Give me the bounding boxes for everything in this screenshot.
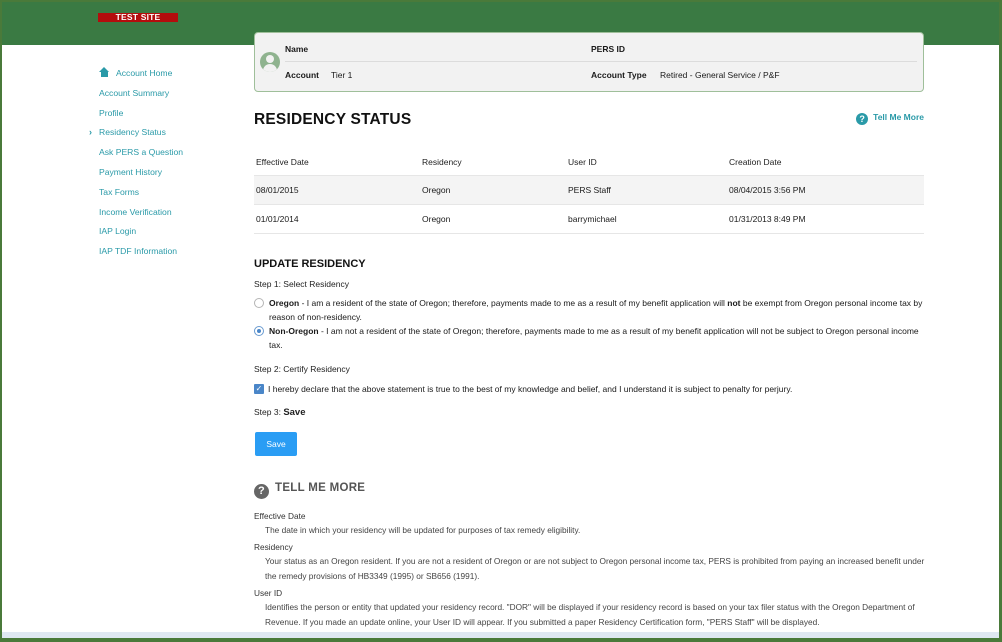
option-emphasis: not (727, 298, 741, 308)
account-label: Account (285, 70, 319, 80)
bottom-scroll-edge (2, 632, 999, 638)
option-label-non-oregon: Non-Oregon (269, 326, 319, 336)
account-card-row-2: Account Tier 1 Account Type Retired - Ge… (285, 63, 917, 88)
account-card-row-1: Name PERS ID (285, 37, 917, 62)
column-header-creation-date: Creation Date (727, 149, 924, 176)
cell-effective-date: 01/01/2014 (254, 204, 420, 234)
step-3-prefix: Step 3: (254, 407, 284, 417)
certify-text: I hereby declare that the above statemen… (268, 384, 793, 394)
account-type-label: Account Type (591, 70, 647, 80)
table-row: 01/01/2014 Oregon barrymichael 01/31/201… (254, 204, 924, 234)
radio-option-oregon[interactable]: Oregon - I am a resident of the state of… (254, 296, 924, 324)
cell-creation-date: 08/04/2015 3:56 PM (727, 175, 924, 205)
cell-user-id: barrymichael (566, 204, 727, 234)
sidebar-item-label: Income Verification (99, 206, 172, 217)
step-2-label: Step 2: Certify Residency (254, 364, 350, 374)
step-1-label: Step 1: Select Residency (254, 279, 349, 289)
page-title: RESIDENCY STATUS (254, 111, 412, 128)
sidebar-item-label: Payment History (99, 166, 163, 177)
definition-term: User ID (254, 588, 283, 598)
table-row: 08/01/2015 Oregon PERS Staff 08/04/2015 … (254, 175, 924, 205)
sidebar-item-label: Account Summary (99, 87, 170, 98)
user-avatar-icon (260, 52, 280, 72)
radio-non-oregon[interactable] (254, 326, 264, 336)
tell-me-more-title: TELL ME MORE (275, 482, 366, 494)
sidebar-item-account-summary[interactable]: Account Summary (87, 84, 247, 104)
chevron-right-icon: › (89, 127, 92, 138)
definition-desc: The date in which your residency will be… (265, 525, 581, 535)
cell-creation-date: 01/31/2013 8:49 PM (727, 204, 924, 234)
sidebar-item-iap-login[interactable]: IAP Login (87, 222, 247, 242)
sidebar-item-label: Profile (99, 107, 124, 118)
update-residency-heading: UPDATE RESIDENCY (254, 258, 366, 270)
certify-checkbox[interactable]: ✓ (254, 384, 264, 394)
tell-me-more-heading: ? TELL ME MORE (254, 482, 365, 499)
sidebar-item-account-home[interactable]: Account Home (87, 64, 247, 84)
definition-desc: Your status as an Oregon resident. If yo… (265, 556, 925, 581)
cell-residency: Oregon (420, 175, 566, 205)
definition-desc: Identifies the person or entity that upd… (265, 602, 915, 627)
sidebar-item-ask-pers[interactable]: Ask PERS a Question (87, 143, 247, 163)
test-site-badge: TEST SITE (98, 13, 178, 22)
sidebar-item-label: Ask PERS a Question (99, 147, 184, 158)
definitions-list: Effective Date The date in which your re… (254, 509, 934, 638)
sidebar-item-profile[interactable]: Profile (87, 104, 247, 124)
definition-term: Effective Date (254, 511, 306, 521)
sidebar-item-label: Account Home (116, 68, 173, 78)
option-label-oregon: Oregon (269, 298, 300, 308)
sidebar-item-label: Residency Status (99, 127, 166, 138)
definition-term: Residency (254, 542, 293, 552)
residency-history-table: Effective Date Residency User ID Creatio… (254, 149, 924, 234)
cell-effective-date: 08/01/2015 (254, 175, 420, 205)
step-3-label: Step 3: Save (254, 407, 306, 418)
certify-checkbox-row[interactable]: ✓ I hereby declare that the above statem… (254, 383, 792, 395)
sidebar-item-label: IAP TDF Information (99, 246, 178, 257)
sidebar-item-iap-tdf[interactable]: IAP TDF Information (87, 242, 247, 262)
table-header-row: Effective Date Residency User ID Creatio… (254, 149, 924, 176)
cell-user-id: PERS Staff (566, 175, 727, 205)
help-icon: ? (856, 113, 869, 125)
sidebar-item-payment-history[interactable]: Payment History (87, 163, 247, 183)
sidebar-item-tax-forms[interactable]: Tax Forms (87, 183, 247, 203)
radio-option-non-oregon[interactable]: Non-Oregon - I am not a resident of the … (254, 324, 924, 352)
option-text: - I am a resident of the state of Oregon… (299, 298, 728, 308)
account-type-value: Retired - General Service / P&F (660, 70, 780, 80)
pers-id-label: PERS ID (591, 44, 626, 54)
option-text: - I am not a resident of the state of Or… (269, 326, 919, 350)
account-value: Tier 1 (331, 70, 353, 80)
tell-me-more-link[interactable]: ? Tell Me More (856, 112, 924, 125)
save-button[interactable]: Save (255, 432, 297, 456)
account-summary-card: Name PERS ID Account Tier 1 Account Type… (254, 32, 924, 92)
column-header-effective-date: Effective Date (254, 149, 420, 176)
page-frame: TEST SITE Name PERS ID Account Tier 1 Ac… (2, 2, 999, 638)
column-header-residency: Residency (420, 149, 566, 176)
cell-residency: Oregon (420, 204, 566, 234)
sidebar-item-income-verification[interactable]: Income Verification (87, 203, 247, 223)
tell-me-more-link-label: Tell Me More (873, 112, 924, 122)
step-3-bold: Save (283, 407, 306, 418)
column-header-user-id: User ID (566, 149, 727, 176)
name-label: Name (285, 44, 309, 54)
sidebar-item-label: Tax Forms (99, 186, 140, 197)
sidebar-nav: Account Home Account Summary Profile › Re… (87, 64, 247, 262)
home-icon (99, 67, 110, 77)
help-icon: ? (254, 484, 269, 499)
sidebar-item-residency-status[interactable]: › Residency Status (87, 123, 247, 143)
sidebar-item-label: IAP Login (99, 226, 137, 237)
radio-oregon[interactable] (254, 298, 264, 308)
